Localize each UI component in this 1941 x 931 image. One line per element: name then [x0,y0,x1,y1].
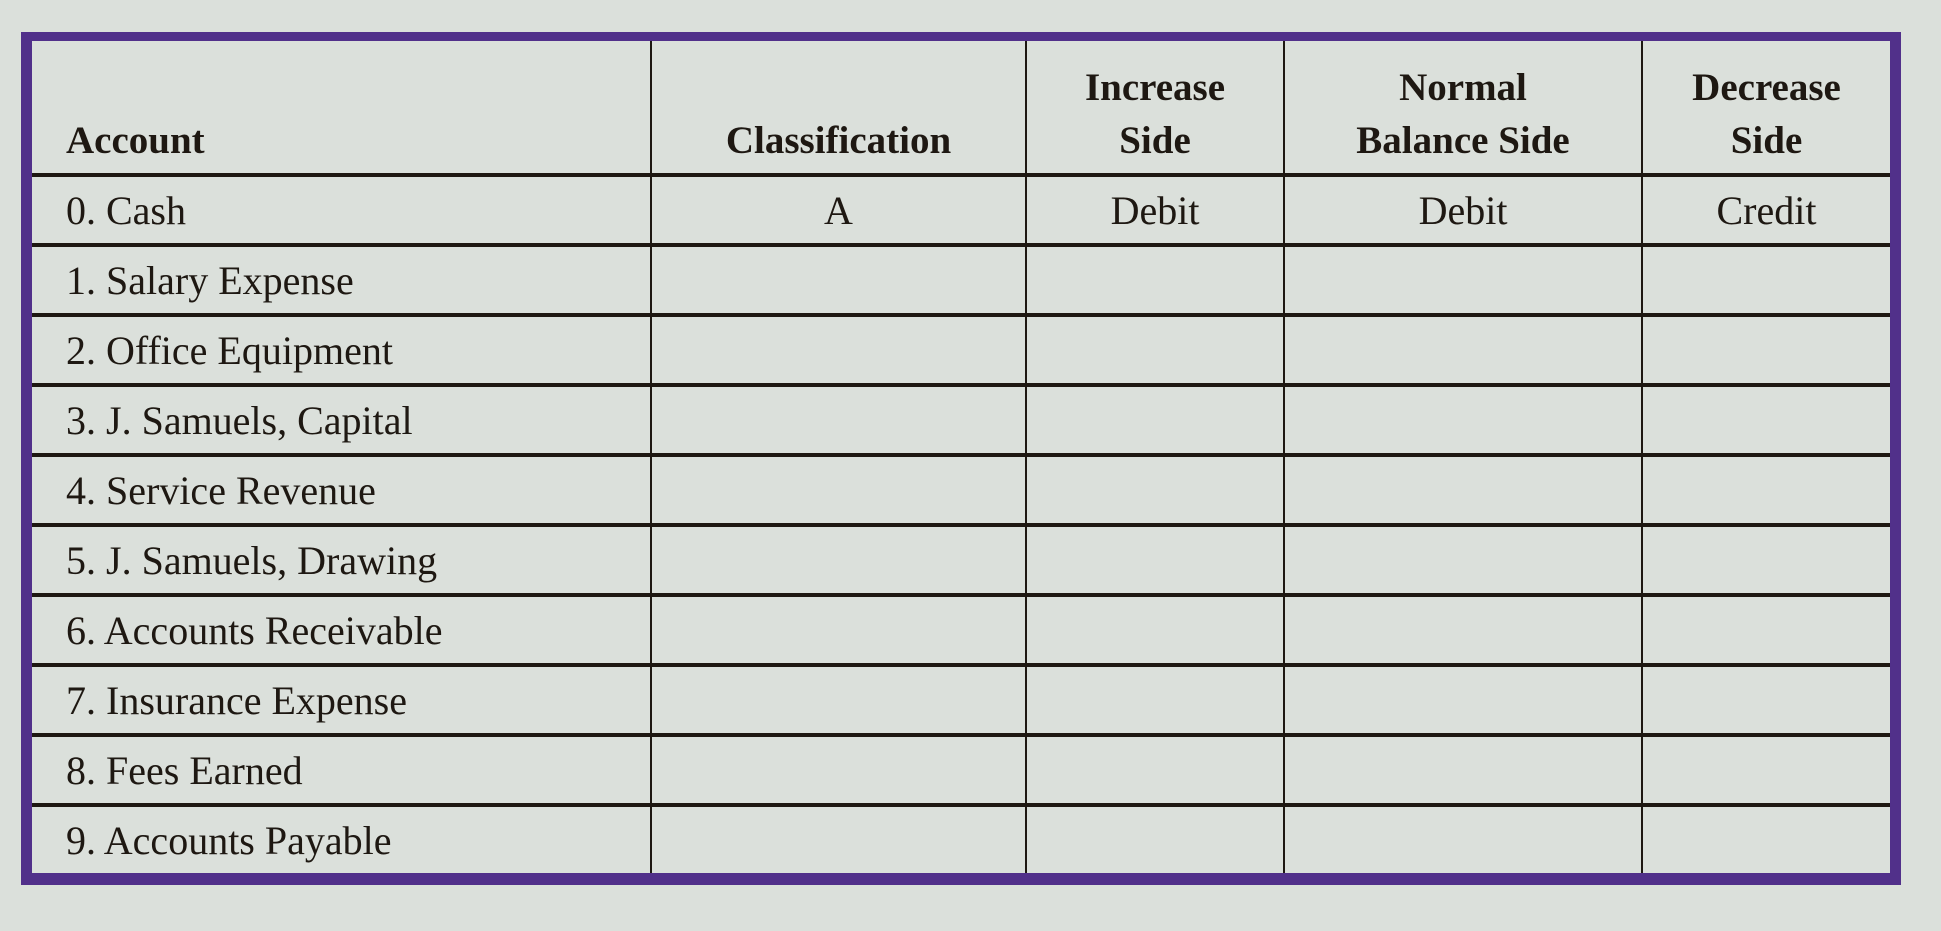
normal-balance-side-cell[interactable] [1284,455,1643,527]
normal-balance-side-cell[interactable]: Debit [1284,175,1643,247]
header-increase-line-1: Increase [1084,66,1226,109]
classification-cell[interactable] [651,665,1027,737]
normal-balance-side-cell[interactable] [1284,735,1643,807]
increase-side-cell[interactable]: Debit [1026,175,1285,247]
classification-cell[interactable] [651,735,1027,807]
table-row: 8. Fees Earned [32,735,1890,807]
account-cell: 0. Cash [32,175,652,247]
increase-side-cell[interactable] [1026,525,1285,597]
header-normal-line-1: Normal [1399,66,1527,109]
classification-cell[interactable] [651,455,1027,527]
table-frame: Account Classification Increase Side Nor… [21,32,1901,885]
account-cell: 5. J. Samuels, Drawing [32,525,652,597]
header-normal-line-2: Balance Side [1356,119,1570,162]
decrease-side-cell[interactable] [1642,315,1890,387]
header-decrease-line-2: Side [1730,119,1803,162]
decrease-side-cell[interactable] [1642,665,1890,737]
table-row: 3. J. Samuels, Capital [32,385,1890,457]
decrease-side-cell[interactable] [1642,805,1890,873]
classification-cell[interactable] [651,385,1027,457]
increase-side-cell[interactable] [1026,595,1285,667]
decrease-side-cell[interactable] [1642,525,1890,597]
accounts-classification-table: Account Classification Increase Side Nor… [32,41,1890,873]
increase-side-cell[interactable] [1026,385,1285,457]
header-increase-side: Increase Side [1026,41,1285,177]
classification-cell[interactable] [651,245,1027,317]
classification-cell[interactable] [651,525,1027,597]
classification-cell[interactable] [651,595,1027,667]
normal-balance-side-cell[interactable] [1284,245,1643,317]
table-row: 1. Salary Expense [32,245,1890,317]
account-cell: 2. Office Equipment [32,315,652,387]
decrease-side-cell[interactable] [1642,245,1890,317]
account-cell: 1. Salary Expense [32,245,652,317]
table-header: Account Classification Increase Side Nor… [32,41,1890,177]
header-account-label: Account [66,119,205,162]
normal-balance-side-cell[interactable] [1284,315,1643,387]
table-body: 0. Cash A Debit Debit Credit 1. Salary Expens… [32,175,1890,873]
header-classification: Classification [651,41,1027,177]
classification-cell[interactable] [651,805,1027,873]
increase-side-cell[interactable] [1026,315,1285,387]
account-cell: 8. Fees Earned [32,735,652,807]
header-increase-line-2: Side [1119,119,1191,162]
account-cell: 6. Accounts Receivable [32,595,652,667]
increase-side-cell[interactable] [1026,665,1285,737]
classification-cell[interactable]: A [651,175,1027,247]
header-decrease-line-1: Decrease [1692,66,1841,109]
normal-balance-side-cell[interactable] [1284,385,1643,457]
account-cell: 7. Insurance Expense [32,665,652,737]
decrease-side-cell[interactable] [1642,385,1890,457]
table-row: 4. Service Revenue [32,455,1890,527]
header-classification-label: Classification [725,119,952,162]
increase-side-cell[interactable] [1026,735,1285,807]
normal-balance-side-cell[interactable] [1284,665,1643,737]
increase-side-cell[interactable] [1026,245,1285,317]
decrease-side-cell[interactable] [1642,735,1890,807]
account-cell: 9. Accounts Payable [32,805,652,873]
table-row: 5. J. Samuels, Drawing [32,525,1890,597]
table-row: 7. Insurance Expense [32,665,1890,737]
header-row: Account Classification Increase Side Nor… [32,41,1890,177]
normal-balance-side-cell[interactable] [1284,805,1643,873]
header-decrease-side: Decrease Side [1642,41,1890,177]
normal-balance-side-cell[interactable] [1284,525,1643,597]
table-row: 0. Cash A Debit Debit Credit [32,175,1890,247]
decrease-side-cell[interactable]: Credit [1642,175,1890,247]
account-cell: 3. J. Samuels, Capital [32,385,652,457]
increase-side-cell[interactable] [1026,805,1285,873]
classification-cell[interactable] [651,315,1027,387]
header-normal-balance-side: Normal Balance Side [1284,41,1643,177]
table-row: 2. Office Equipment [32,315,1890,387]
decrease-side-cell[interactable] [1642,455,1890,527]
header-account: Account [32,41,652,177]
normal-balance-side-cell[interactable] [1284,595,1643,667]
increase-side-cell[interactable] [1026,455,1285,527]
table-row: 9. Accounts Payable [32,805,1890,873]
decrease-side-cell[interactable] [1642,595,1890,667]
table-row: 6. Accounts Receivable [32,595,1890,667]
account-cell: 4. Service Revenue [32,455,652,527]
